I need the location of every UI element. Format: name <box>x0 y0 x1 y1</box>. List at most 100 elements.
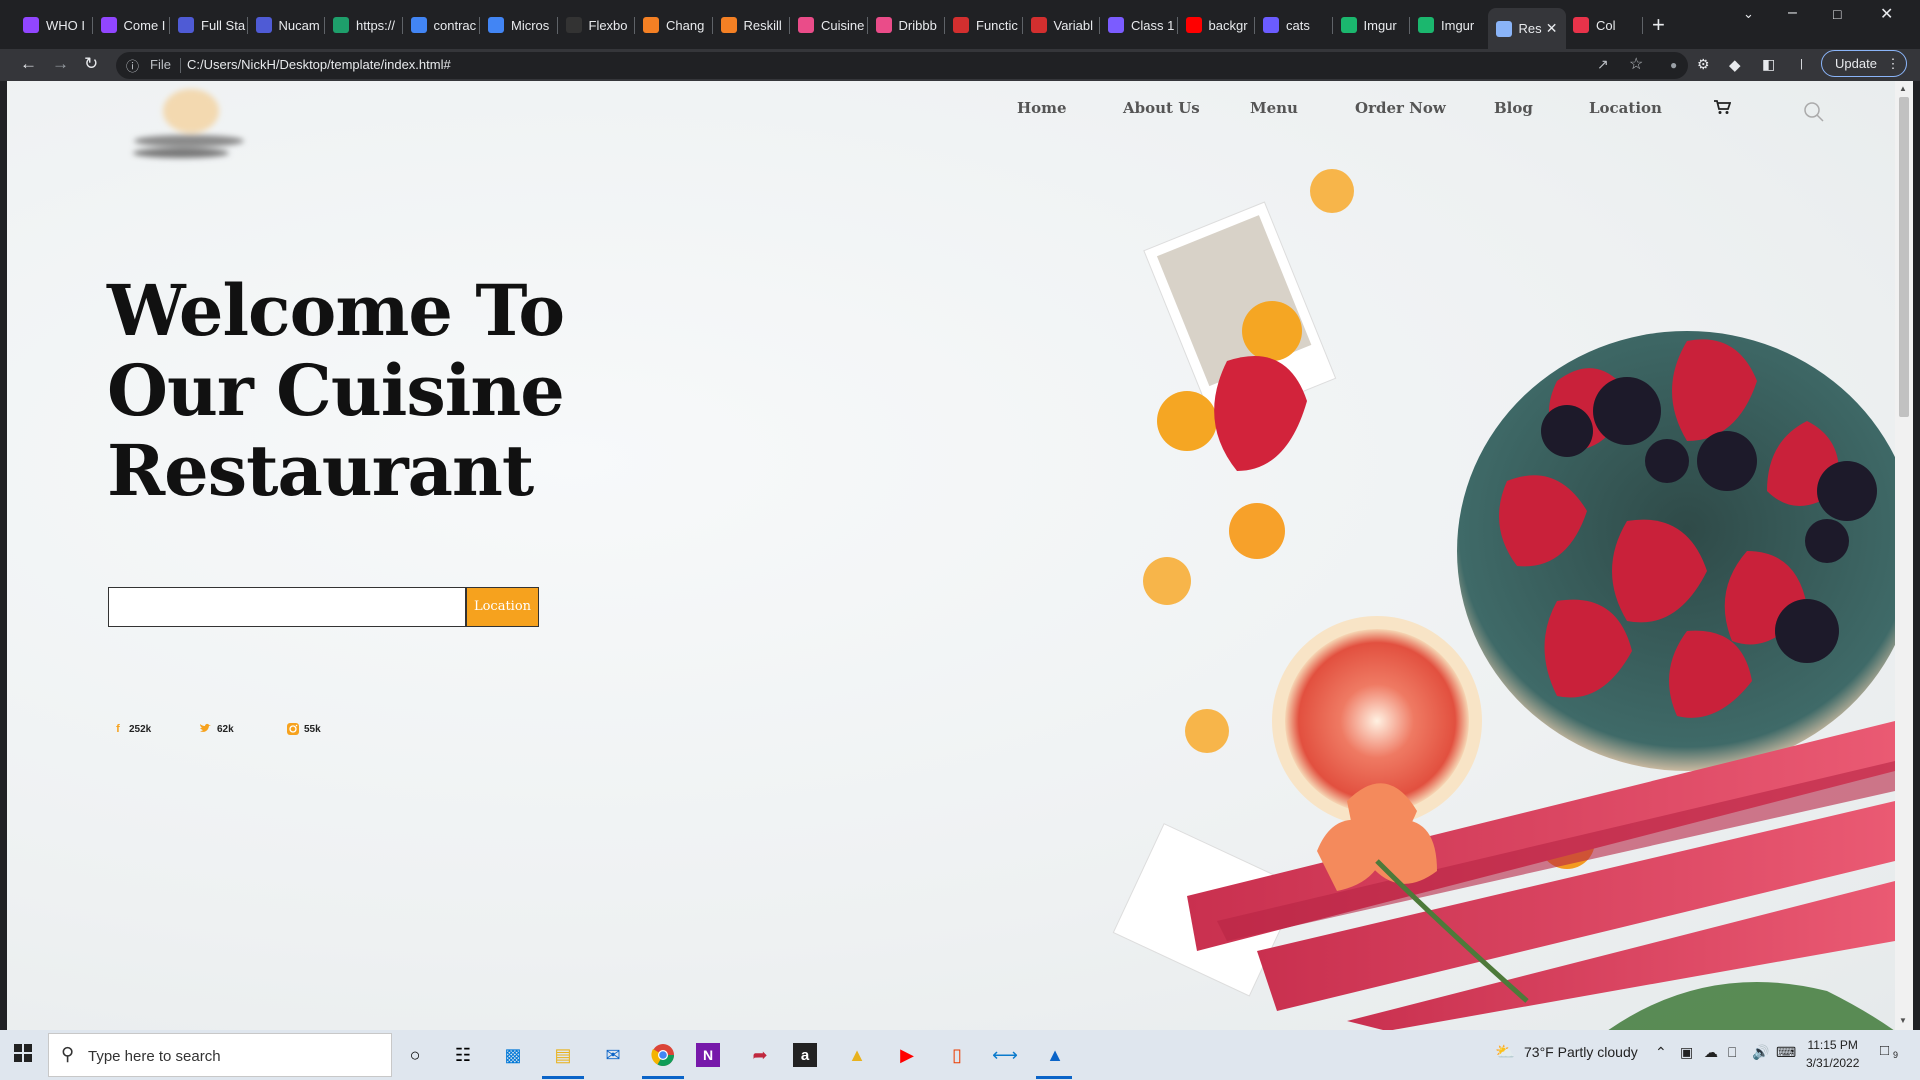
tab-label: contrac <box>433 17 477 33</box>
browser-tab[interactable]: WHO I <box>15 8 93 42</box>
browser-tab[interactable]: contrac <box>403 8 480 42</box>
bank-app-icon[interactable]: ➦ <box>745 1040 775 1070</box>
browser-tab[interactable]: Functic <box>945 8 1023 42</box>
puzzle-extensions-icon[interactable]: ◆ <box>1729 56 1741 74</box>
browser-tab[interactable]: cats <box>1255 8 1333 42</box>
windows-start-icon[interactable] <box>14 1044 32 1062</box>
nav-about-us[interactable]: About Us <box>1123 99 1200 117</box>
onenote-icon[interactable]: N <box>696 1043 720 1067</box>
maximize-icon[interactable]: □ <box>1833 6 1841 22</box>
browser-tab[interactable]: Micros <box>480 8 558 42</box>
task-view-icon[interactable]: ☷ <box>448 1040 478 1070</box>
browser-tab[interactable]: Res ✕ <box>1487 8 1566 49</box>
scroll-up-icon[interactable]: ▲ <box>1899 84 1907 93</box>
windows-taskbar: ⚲ Type here to search ○ ☷ ▩ ▤ ✉ N ➦ a ▲ … <box>0 1030 1920 1080</box>
social-facebook[interactable]: f 252k <box>111 722 151 736</box>
location-search-input[interactable] <box>108 587 466 627</box>
browser-tab[interactable]: Imgur <box>1333 8 1410 42</box>
browser-tab[interactable]: Reskill <box>713 8 790 42</box>
tab-label: WHO I <box>46 17 85 33</box>
url-text[interactable]: C:/Users/NickH/Desktop/template/index.ht… <box>187 57 451 72</box>
tab-favicon-icon <box>1418 17 1434 33</box>
browser-tab[interactable]: Col <box>1565 8 1643 42</box>
tab-label: Variabl <box>1053 17 1094 33</box>
bookmark-star-icon[interactable]: ☆ <box>1629 54 1643 74</box>
info-icon[interactable]: ⓘ <box>126 56 139 75</box>
nav-home[interactable]: Home <box>1017 99 1067 117</box>
close-tab-icon[interactable]: ✕ <box>1546 20 1558 37</box>
browser-tab[interactable]: Come I <box>93 8 170 42</box>
amazon-icon[interactable]: a <box>793 1043 817 1067</box>
browser-toolbar: ← → ↻ ⓘ File C:/Users/NickH/Desktop/temp… <box>0 49 1920 81</box>
minimize-icon[interactable]: – <box>1788 4 1797 22</box>
store-icon[interactable]: ▩ <box>498 1040 528 1070</box>
browser-tab[interactable]: Chang <box>635 8 713 42</box>
mail-icon[interactable]: ✉ <box>598 1040 628 1070</box>
restaurant-logo[interactable] <box>111 81 271 181</box>
clock[interactable]: 11:15 PM 3/31/2022 <box>1806 1036 1859 1072</box>
social-twitter[interactable]: 62k <box>199 722 234 736</box>
address-bar[interactable]: ⓘ File C:/Users/NickH/Desktop/template/i… <box>116 52 1688 79</box>
reload-icon[interactable]: ↻ <box>84 54 98 74</box>
vscode-icon[interactable]: ⟷ <box>990 1040 1020 1070</box>
tab-favicon-icon <box>100 17 117 33</box>
nav-location[interactable]: Location <box>1589 99 1662 117</box>
scrollbar-thumb[interactable] <box>1899 97 1909 417</box>
volume-icon[interactable]: 🔊 <box>1752 1044 1769 1061</box>
page-scrollbar[interactable]: ▲ ▼ <box>1895 81 1913 1030</box>
social-instagram[interactable]: 55k <box>286 722 321 736</box>
facebook-icon: f <box>116 723 120 735</box>
extension-icon[interactable]: ⚙ <box>1697 56 1710 73</box>
browser-tab[interactable]: Flexbo <box>558 8 635 42</box>
onedrive-icon[interactable]: ☁ <box>1704 1044 1718 1061</box>
tab-label: Come I <box>123 17 166 33</box>
chrome-icon[interactable] <box>648 1040 678 1070</box>
notifications-icon[interactable]: □ <box>1880 1042 1889 1059</box>
browser-tab[interactable]: https:// <box>325 8 403 42</box>
tab-divider <box>1641 17 1643 34</box>
meet-icon[interactable]: ▣ <box>1680 1044 1693 1061</box>
tab-search-icon[interactable]: ⌄ <box>1743 6 1754 22</box>
nav-order-now[interactable]: Order Now <box>1355 99 1446 117</box>
cortana-icon[interactable]: ○ <box>400 1040 430 1070</box>
search-icon[interactable] <box>1803 101 1825 123</box>
update-button[interactable]: Update ⋮ <box>1821 50 1907 77</box>
location-button[interactable]: Location <box>466 587 539 627</box>
weather-text[interactable]: 73°F Partly cloudy <box>1524 1044 1638 1060</box>
browser-tab[interactable]: Nucam <box>248 8 325 42</box>
share-icon[interactable]: ↗ <box>1597 56 1609 73</box>
taskbar-search-box[interactable]: ⚲ Type here to search <box>48 1033 392 1077</box>
tab-label: cats <box>1286 17 1310 33</box>
youtube-icon[interactable]: ▶ <box>892 1040 922 1070</box>
browser-tab[interactable]: Variabl <box>1023 8 1100 42</box>
photos-icon[interactable]: ▲ <box>1040 1040 1070 1070</box>
forward-icon[interactable]: → <box>52 54 69 74</box>
side-panel-icon[interactable]: ◧ <box>1762 56 1775 73</box>
network-icon[interactable]: ⎕ <box>1728 1044 1736 1061</box>
close-window-icon[interactable]: ✕ <box>1880 4 1893 24</box>
browser-tab[interactable]: Cuisine <box>790 8 868 42</box>
show-hidden-icons[interactable]: ⌃ <box>1655 1044 1667 1061</box>
shopping-bag-icon[interactable]: ▲ <box>842 1040 872 1070</box>
browser-tab[interactable]: Imgur <box>1410 8 1488 42</box>
browser-tab[interactable]: Dribbb <box>868 8 945 42</box>
browser-tab[interactable]: Full Sta <box>170 8 248 42</box>
keyboard-icon[interactable]: ⌨ <box>1776 1044 1796 1061</box>
tab-label: Imgur <box>1363 17 1397 33</box>
extension-icon[interactable]: ● <box>1670 58 1677 72</box>
menu-dots-icon[interactable]: ⋮ <box>1887 56 1900 71</box>
page-viewport: Home About Us Menu Order Now Blog Locati… <box>7 81 1895 1030</box>
nav-menu[interactable]: Menu <box>1250 99 1298 117</box>
office-icon[interactable]: ▯ <box>942 1040 972 1070</box>
browser-tab[interactable]: Class 1 <box>1100 8 1178 42</box>
tab-favicon-icon <box>178 17 194 33</box>
new-tab-icon[interactable]: + <box>1652 12 1665 38</box>
cart-icon[interactable] <box>1713 99 1731 115</box>
nav-blog[interactable]: Blog <box>1494 99 1533 117</box>
scroll-down-icon[interactable]: ▼ <box>1899 1016 1907 1025</box>
weather-icon[interactable]: ⛅ <box>1495 1042 1515 1062</box>
browser-tab[interactable]: backgr <box>1178 8 1255 42</box>
file-explorer-icon[interactable]: ▤ <box>548 1040 578 1070</box>
back-icon[interactable]: ← <box>20 54 37 74</box>
tab-label: Micros <box>511 17 550 33</box>
